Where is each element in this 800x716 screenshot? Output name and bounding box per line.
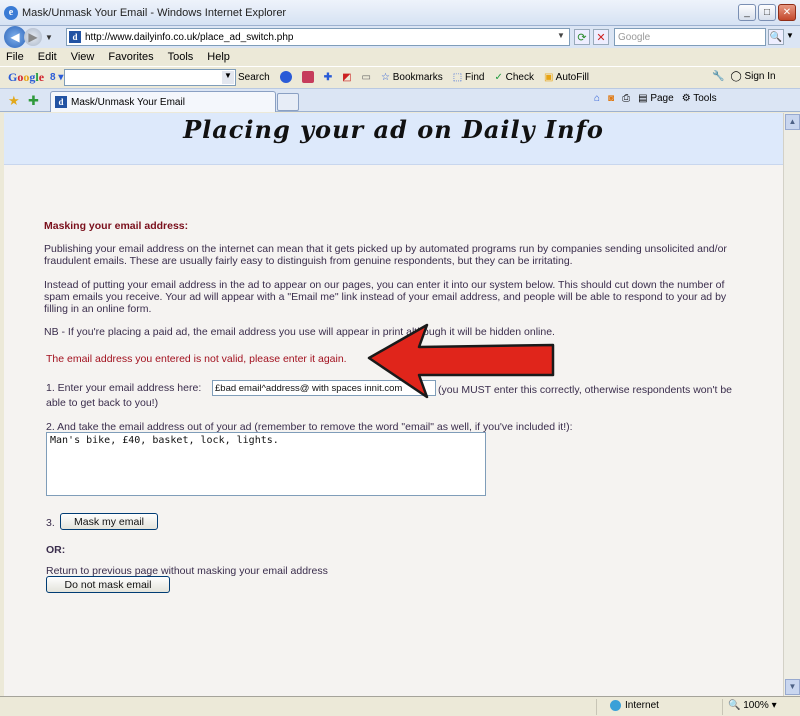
zone-label: Internet	[625, 700, 659, 711]
page-title: Placing your ad on Daily Info	[183, 115, 604, 144]
mask-email-button[interactable]: Mask my email	[60, 513, 158, 530]
tab-active[interactable]: d Mask/Unmask Your Email	[50, 91, 276, 112]
ad-text-field[interactable]: Man's bike, £40, basket, lock, lights.	[46, 432, 486, 496]
close-button[interactable]: ✕	[778, 4, 796, 21]
or-label: OR:	[46, 544, 66, 556]
refresh-icon[interactable]: ⟳	[574, 29, 590, 45]
status-bar: Internet 🔍 100% ▾	[0, 696, 800, 716]
autofill-icon: ▣	[543, 71, 554, 83]
star-icon: ☆	[380, 71, 390, 83]
google-toolbar: Google 8 ▾ ▼ Search ✚ ◩ ▭ ☆ Bookmarks ⬚ …	[0, 66, 800, 88]
red-arrow-icon	[367, 323, 555, 399]
scroll-down-icon[interactable]: ▼	[785, 679, 800, 695]
autofill-button[interactable]: ▣ AutoFill	[544, 72, 589, 83]
title-bar: e Mask/Unmask Your Email - Windows Inter…	[0, 0, 800, 26]
tab-favicon-icon: d	[55, 96, 67, 108]
spellcheck-button[interactable]: ✓ Check	[494, 72, 534, 83]
feeds-icon[interactable]: ◙	[608, 93, 614, 104]
menu-edit[interactable]: Edit	[38, 51, 57, 63]
window-controls: _ □ ✕	[738, 4, 796, 21]
signin-button[interactable]: ◯ Sign In	[730, 71, 775, 82]
address-bar[interactable]: d http://www.dailyinfo.co.uk/place_ad_sw…	[66, 28, 570, 46]
page-banner: Placing your ad on Daily Info	[4, 113, 783, 165]
favorites-star-icon[interactable]: ★	[8, 93, 20, 109]
google-search-selector[interactable]: 8 ▾	[50, 72, 63, 83]
add-favorites-icon[interactable]: ✚	[28, 93, 39, 109]
address-dropdown-icon[interactable]: ▼	[555, 31, 567, 43]
intro-paragraph: Publishing your email address on the int…	[44, 243, 727, 267]
do-not-mask-button[interactable]: Do not mask email	[46, 576, 170, 593]
menu-file[interactable]: File	[6, 51, 24, 63]
new-tab-button[interactable]	[277, 93, 299, 111]
tools-menu[interactable]: ⚙ Tools	[682, 93, 717, 104]
site-favicon-icon: d	[69, 31, 81, 43]
page-menu[interactable]: ▤ Page	[638, 93, 674, 104]
search-go-icon[interactable]: 🔍	[768, 29, 784, 45]
menu-favorites[interactable]: Favorites	[108, 51, 153, 63]
minimize-button[interactable]: _	[738, 4, 756, 21]
search-input[interactable]: Google	[614, 28, 766, 46]
instructions-paragraph: Instead of putting your email address in…	[44, 279, 727, 315]
plus-icon[interactable]: ✚	[324, 72, 332, 83]
globe-icon[interactable]	[279, 71, 292, 83]
search-options-icon[interactable]: ▼	[786, 31, 794, 40]
google-logo: Google	[8, 70, 45, 84]
home-icon[interactable]: ⌂	[594, 93, 600, 104]
vertical-scrollbar[interactable]: ▲ ▼	[783, 113, 800, 696]
print-icon[interactable]: ⎙	[622, 93, 630, 104]
find-button[interactable]: ⬚ Find	[453, 72, 485, 83]
menu-help[interactable]: Help	[207, 51, 230, 63]
status-divider-zoom	[722, 699, 723, 715]
section-heading: Masking your email address:	[44, 220, 189, 232]
google-search-input[interactable]: ▼	[64, 69, 236, 86]
google-dropdown-icon[interactable]: ▼	[222, 71, 234, 84]
zoom-level[interactable]: 🔍 100% ▾	[728, 700, 777, 711]
check-icon: ✓	[494, 71, 503, 83]
address-row: ◀ ▶ ▼ d http://www.dailyinfo.co.uk/place…	[0, 26, 800, 48]
menu-view[interactable]: View	[71, 51, 95, 63]
window-title: Mask/Unmask Your Email - Windows Interne…	[22, 6, 287, 19]
ie-logo-icon: e	[4, 5, 18, 20]
status-divider	[596, 699, 597, 715]
step1-label: 1. Enter your email address here:	[46, 382, 202, 394]
scroll-up-icon[interactable]: ▲	[785, 114, 800, 130]
stop-icon[interactable]: ✕	[593, 29, 609, 45]
tab-row: ★ ✚ d Mask/Unmask Your Email ⌂ ◙ ⎙ ▤ Pag…	[0, 88, 800, 112]
menu-bar: File Edit View Favorites Tools Help	[0, 48, 800, 66]
pagerank-icon[interactable]: ◩	[342, 72, 351, 83]
search-placeholder: Google	[618, 31, 651, 43]
internet-globe-icon	[610, 700, 621, 711]
bookmarks-button[interactable]: ☆ Bookmarks	[381, 72, 443, 83]
security-zone: Internet	[610, 700, 659, 711]
address-url[interactable]: http://www.dailyinfo.co.uk/place_ad_swit…	[85, 32, 293, 43]
google-toolbar-tools: Search ✚ ◩ ▭ ☆ Bookmarks ⬚ Find ✓ Check …	[238, 71, 589, 83]
google-search-button[interactable]: Search	[238, 72, 270, 83]
find-icon: ⬚	[452, 71, 463, 83]
maximize-button[interactable]: □	[758, 4, 776, 21]
forward-button[interactable]: ▶	[24, 28, 42, 46]
history-dropdown-icon[interactable]: ▼	[45, 33, 53, 42]
wrench-icon[interactable]: 🔧	[712, 71, 724, 82]
highlight-icon[interactable]: ▭	[362, 72, 371, 83]
popup-blocker-icon[interactable]	[301, 71, 314, 83]
google-toolbar-right: 🔧 ◯ Sign In	[712, 71, 776, 82]
menu-tools[interactable]: Tools	[168, 51, 194, 63]
command-bar: ⌂ ◙ ⎙ ▤ Page ⚙ Tools	[594, 93, 717, 104]
page-viewport: Placing your ad on Daily Info Masking yo…	[4, 113, 783, 696]
tab-title: Mask/Unmask Your Email	[71, 96, 185, 108]
back-button[interactable]: ◀	[4, 26, 26, 48]
